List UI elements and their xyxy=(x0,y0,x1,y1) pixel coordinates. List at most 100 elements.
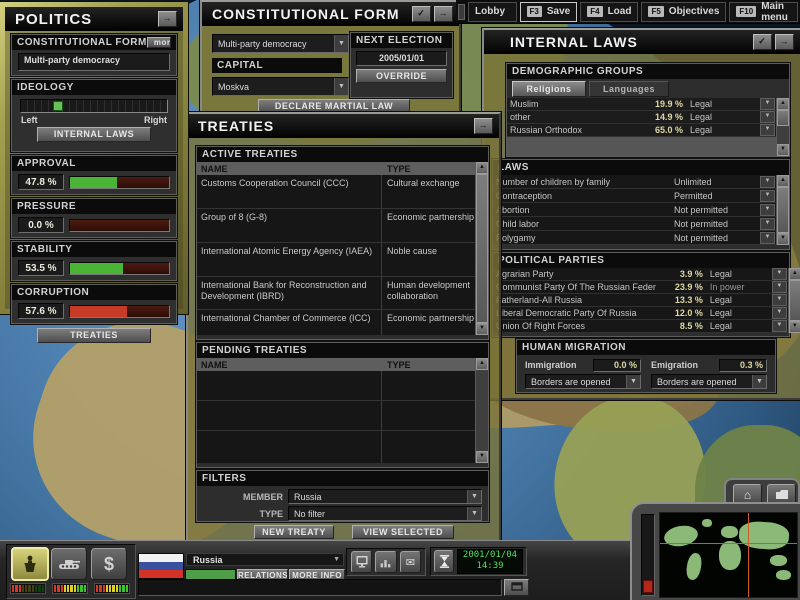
panel-arrow-icon[interactable]: → xyxy=(474,118,493,134)
religion-row[interactable]: other 14.9 % Legal ▼ xyxy=(507,111,776,124)
immigration-policy-dropdown[interactable]: Borders are opened ▼ xyxy=(525,374,641,389)
scroll-down-icon[interactable]: ▼ xyxy=(777,233,789,245)
panel-arrow-icon[interactable]: → xyxy=(434,6,453,22)
zoom-slider[interactable] xyxy=(641,514,655,596)
declare-martial-law-button[interactable]: DECLARE MARTIAL LAW xyxy=(258,99,410,113)
treaty-row[interactable]: Group of 8 (G-8) Economic partnership xyxy=(197,209,475,243)
approval-bar xyxy=(69,176,170,189)
override-button[interactable]: OVERRIDE xyxy=(356,69,447,83)
message-bar[interactable] xyxy=(138,579,502,596)
party-row[interactable]: Agrarian Party 3.9 % Legal ▼ xyxy=(493,268,788,281)
tab-religions[interactable]: Religions xyxy=(512,81,586,97)
mail-button[interactable]: ✉ xyxy=(400,551,421,573)
chevron-down-icon[interactable]: ▼ xyxy=(772,294,787,306)
internal-laws-button[interactable]: INTERNAL LAWS xyxy=(37,127,151,142)
religion-row[interactable]: Russian Orthodox 65.0 % Legal ▼ xyxy=(507,124,776,137)
scroll-up-icon[interactable]: ▲ xyxy=(789,268,800,280)
economy-mode-button[interactable]: $ xyxy=(91,548,127,580)
save-button[interactable]: F3 Save xyxy=(520,2,578,22)
chevron-down-icon[interactable]: ▼ xyxy=(772,281,787,293)
law-row[interactable]: Abortion Not permitted ▼ xyxy=(493,203,776,217)
objectives-button[interactable]: F5 Objectives xyxy=(641,2,726,22)
f4-key-badge: F4 xyxy=(587,6,602,17)
main-menu-button[interactable]: F10 Main menu xyxy=(729,2,798,22)
treaty-row[interactable]: International Bank for Reconstruction an… xyxy=(197,277,475,310)
zoom-slider-thumb[interactable] xyxy=(643,580,653,593)
check-icon[interactable]: ✓ xyxy=(412,6,431,22)
message-log-button[interactable] xyxy=(504,579,529,596)
load-button[interactable]: F4 Load xyxy=(580,2,638,22)
party-row[interactable]: Union Of Right Forces 8.5 % Legal ▼ xyxy=(493,320,788,333)
scrollbar[interactable]: ▲ ▼ xyxy=(776,175,789,245)
emigration-label: Emigration xyxy=(651,360,698,370)
politics-mode-button[interactable] xyxy=(11,547,49,581)
scroll-down-icon[interactable]: ▼ xyxy=(476,451,488,463)
scroll-down-icon[interactable]: ▼ xyxy=(789,321,800,333)
chevron-down-icon[interactable]: ▼ xyxy=(760,232,775,244)
computer-button[interactable] xyxy=(351,551,372,573)
emigration-policy-dropdown[interactable]: Borders are opened ▼ xyxy=(651,374,767,389)
chart-icon xyxy=(379,556,392,569)
panel-arrow-icon[interactable]: → xyxy=(158,11,177,27)
empty-treaty-row[interactable] xyxy=(197,431,475,463)
check-icon[interactable]: ✓ xyxy=(753,34,772,50)
member-filter-dropdown[interactable]: Russia ▼ xyxy=(288,489,482,504)
scroll-down-icon[interactable]: ▼ xyxy=(777,144,789,156)
treaties-button[interactable]: TREATIES xyxy=(37,328,151,343)
treaties-panel: TREATIES → ACTIVE TREATIES NAME TYPE Cus… xyxy=(186,112,501,544)
lobby-label: Lobby xyxy=(475,6,505,17)
more-button[interactable]: more xyxy=(147,37,171,48)
chevron-down-icon[interactable]: ▼ xyxy=(760,111,775,123)
new-treaty-button[interactable]: NEW TREATY xyxy=(254,525,334,539)
immigration-value: 0.0 % xyxy=(593,359,641,372)
government-type-dropdown[interactable]: Multi-party democracy ▼ xyxy=(212,34,349,53)
treaty-row[interactable]: International Atomic Energy Agency (IAEA… xyxy=(197,243,475,277)
chevron-down-icon[interactable]: ▼ xyxy=(772,268,787,280)
type-filter-dropdown[interactable]: No filter ▼ xyxy=(288,506,482,521)
religion-row[interactable]: Muslim 19.9 % Legal ▼ xyxy=(507,98,776,111)
scroll-up-icon[interactable]: ▲ xyxy=(476,162,488,174)
law-row[interactable]: Child labor Not permitted ▼ xyxy=(493,217,776,231)
chevron-down-icon[interactable]: ▼ xyxy=(760,124,775,136)
chevron-down-icon[interactable]: ▼ xyxy=(760,218,775,230)
home-icon: ⌂ xyxy=(744,488,751,502)
treaty-row[interactable]: Customs Cooperation Council (CCC) Cultur… xyxy=(197,175,475,209)
scroll-up-icon[interactable]: ▲ xyxy=(777,98,789,110)
time-control-button[interactable] xyxy=(434,550,454,573)
view-selected-button[interactable]: VIEW SELECTED xyxy=(352,525,454,539)
chevron-down-icon[interactable]: ▼ xyxy=(772,320,787,332)
empty-treaty-row[interactable] xyxy=(197,401,475,431)
chevron-down-icon[interactable]: ▼ xyxy=(760,98,775,110)
chevron-down-icon[interactable]: ▼ xyxy=(760,204,775,216)
scrollbar[interactable]: ▲ ▼ xyxy=(475,358,488,463)
chevron-down-icon[interactable]: ▼ xyxy=(760,176,775,188)
law-row[interactable]: Number of children by family Unlimited ▼ xyxy=(493,175,776,189)
ideology-left-label: Left xyxy=(21,115,38,125)
chevron-down-icon[interactable]: ▼ xyxy=(760,190,775,202)
tab-languages[interactable]: Languages xyxy=(589,81,669,97)
statistics-button[interactable] xyxy=(375,551,396,573)
ideology-slider[interactable] xyxy=(20,99,168,113)
scrollbar[interactable]: ▲ ▼ xyxy=(475,162,488,335)
empty-treaty-row[interactable] xyxy=(197,371,475,401)
scroll-up-icon[interactable]: ▲ xyxy=(777,175,789,187)
party-row[interactable]: Liberal Democratic Party Of Russia 12.0 … xyxy=(493,307,788,320)
next-election-box: NEXT ELECTION 2005/01/01 OVERRIDE xyxy=(350,32,453,98)
party-row[interactable]: Fatherland-All Russia 13.3 % Legal ▼ xyxy=(493,294,788,307)
ideology-slider-thumb[interactable] xyxy=(53,101,63,111)
party-row[interactable]: Communist Party Of The Russian Feder 23.… xyxy=(493,281,788,294)
chevron-down-icon[interactable]: ▼ xyxy=(772,307,787,319)
country-selector[interactable]: Russia ▼ xyxy=(186,553,344,566)
law-row[interactable]: Polygamy Not permitted ▼ xyxy=(493,231,776,245)
lobby-button[interactable]: Lobby xyxy=(468,2,516,22)
scrollbar[interactable]: ▲ ▼ xyxy=(776,98,789,156)
scroll-down-icon[interactable]: ▼ xyxy=(476,323,488,335)
panel-arrow-icon[interactable]: → xyxy=(775,34,794,50)
world-minimap[interactable] xyxy=(659,512,798,598)
scrollbar[interactable]: ▲ ▼ xyxy=(788,268,800,333)
military-mode-button[interactable] xyxy=(51,548,87,580)
capital-dropdown[interactable]: Moskva ▼ xyxy=(212,77,349,96)
treaty-row[interactable]: International Chamber of Commerce (ICC) … xyxy=(197,310,475,335)
law-row[interactable]: Contraception Permitted ▼ xyxy=(493,189,776,203)
scroll-up-icon[interactable]: ▲ xyxy=(476,358,488,370)
